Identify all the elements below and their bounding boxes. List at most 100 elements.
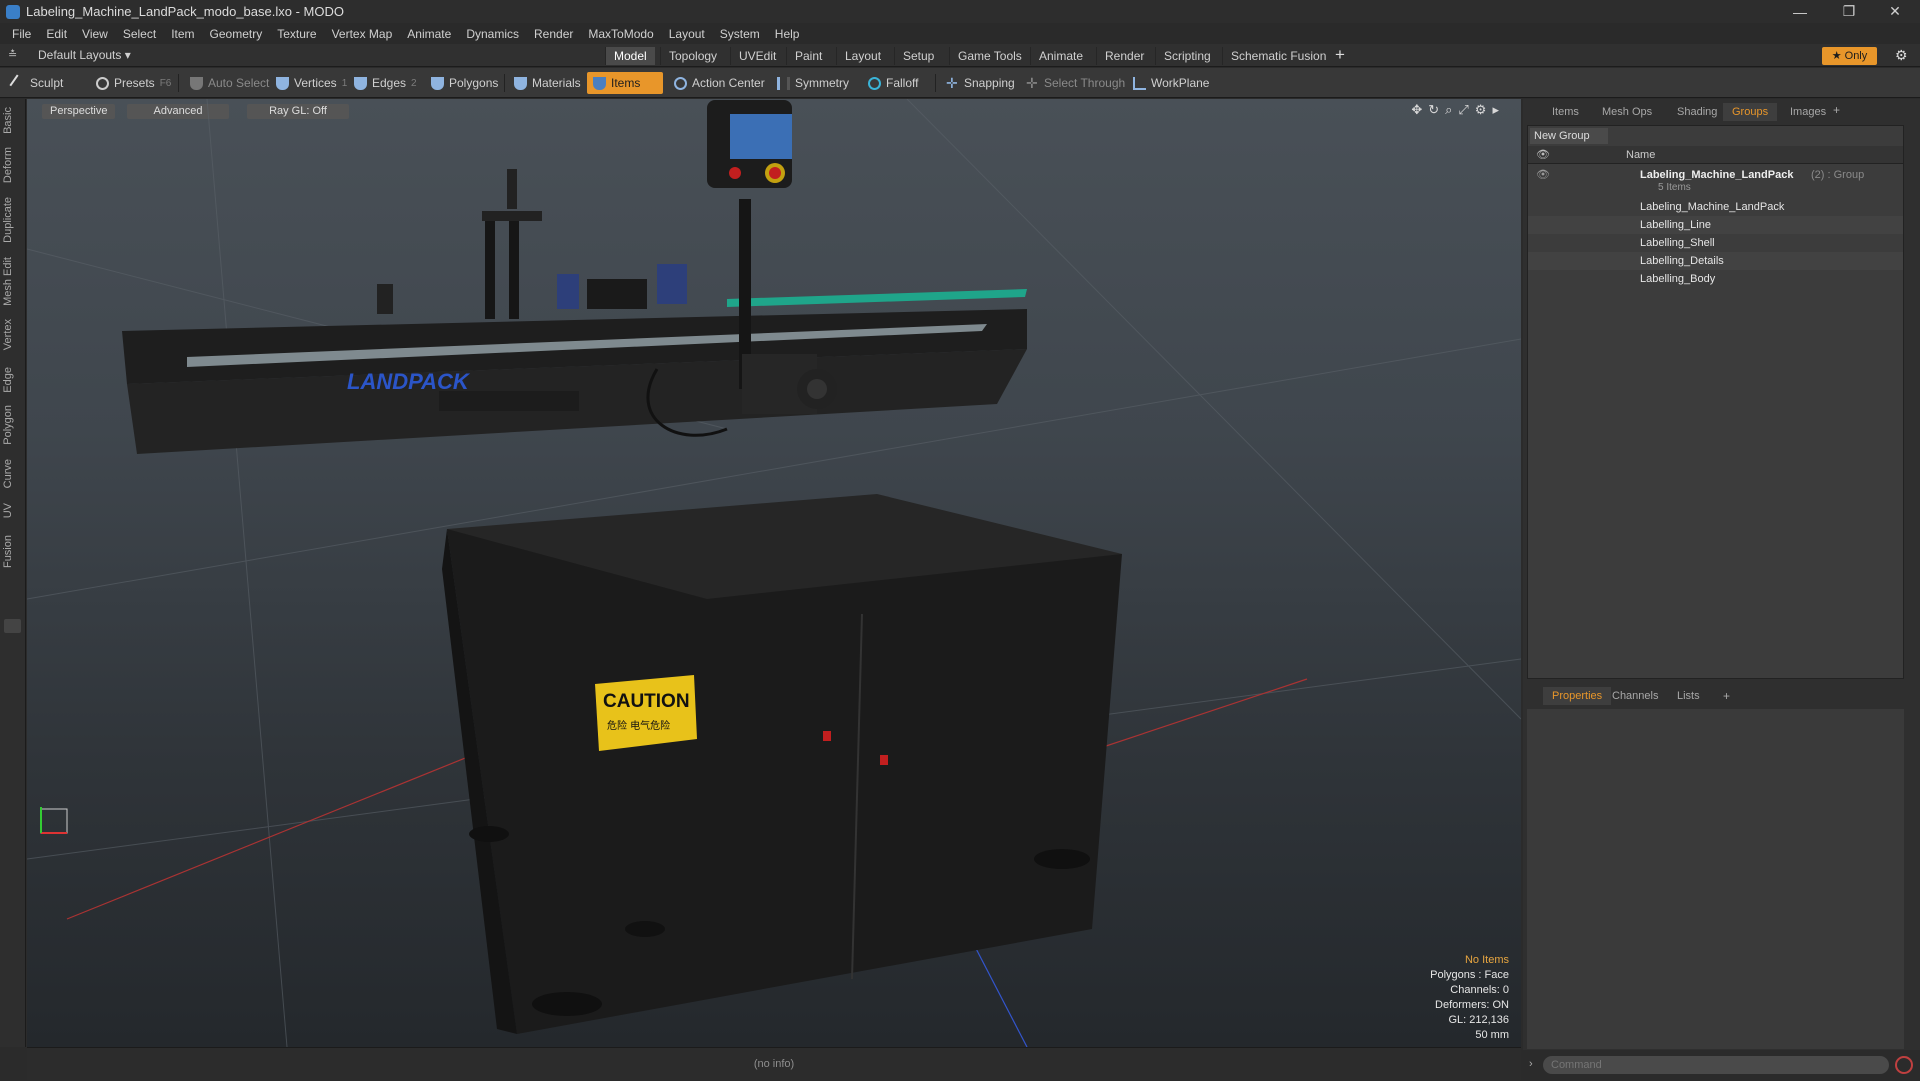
select-through-button[interactable]: ✛ Select Through	[1020, 72, 1131, 94]
menu-select[interactable]: Select	[123, 27, 156, 41]
tab-animate[interactable]: Animate	[1030, 47, 1091, 65]
name-column-header[interactable]: Name	[1626, 149, 1655, 161]
tab-uvedit[interactable]: UVEdit	[730, 47, 784, 65]
modo-app-icon	[6, 4, 20, 19]
tab-game-tools[interactable]: Game Tools	[949, 47, 1030, 65]
door-latch-left	[823, 731, 831, 741]
minimize-button[interactable]: —	[1777, 0, 1823, 23]
tab-polygon[interactable]: Polygon	[2, 405, 22, 445]
add-tab-icon[interactable]: +	[1833, 103, 1840, 117]
tab-duplicate[interactable]: Duplicate	[2, 197, 22, 243]
status-info: (no info)	[753, 1058, 795, 1070]
title-bar: Labeling_Machine_LandPack_modo_base.lxo …	[0, 0, 1920, 23]
symmetry-button[interactable]: Symmetry	[771, 72, 855, 94]
tab-mesh-edit[interactable]: Mesh Edit	[2, 257, 22, 306]
tab-shading[interactable]: Shading	[1668, 103, 1726, 121]
tab-setup[interactable]: Setup	[894, 47, 942, 65]
snapping-button[interactable]: ✛ Snapping	[940, 72, 1021, 94]
add-layout-icon[interactable]: +	[1335, 45, 1345, 65]
command-input[interactable]	[1543, 1056, 1889, 1074]
workplane-button[interactable]: WorkPlane	[1127, 72, 1215, 94]
menu-layout[interactable]: Layout	[669, 27, 705, 41]
maximize-button[interactable]: ❐	[1826, 0, 1872, 23]
auto-select-button[interactable]: Auto Select	[184, 72, 275, 94]
only-filter-button[interactable]: ★ Only	[1822, 47, 1877, 65]
tab-items[interactable]: Items	[1543, 103, 1588, 121]
menu-render[interactable]: Render	[534, 27, 573, 41]
vertices-button[interactable]: Vertices 1	[270, 72, 353, 94]
x-axis-line-far	[1096, 678, 1308, 750]
workplane-label: WorkPlane	[1151, 76, 1210, 90]
sculpt-button[interactable]: Sculpt	[6, 72, 69, 94]
action-center-button[interactable]: Action Center	[668, 72, 771, 94]
polygons-icon	[431, 76, 444, 90]
tab-basic[interactable]: Basic	[2, 107, 22, 134]
list-header: 👁 Name	[1528, 146, 1903, 164]
caution-subtitle: 危险 电气危险	[607, 719, 670, 732]
sculpt-label: Sculpt	[30, 76, 64, 90]
tab-render[interactable]: Render	[1096, 47, 1152, 65]
record-icon[interactable]	[1895, 1056, 1913, 1074]
list-item-label: Labelling_Shell	[1640, 237, 1715, 249]
tab-vertex[interactable]: Vertex	[2, 319, 22, 350]
door-latch-right	[880, 755, 888, 765]
tab-curve[interactable]: Curve	[2, 459, 22, 488]
menu-view[interactable]: View	[82, 27, 108, 41]
tab-topology[interactable]: Topology	[660, 47, 725, 65]
close-button[interactable]: ✕	[1872, 0, 1918, 23]
materials-button[interactable]: Materials	[508, 72, 587, 94]
list-item[interactable]: Labelling_Line	[1528, 216, 1903, 234]
menu-help[interactable]: Help	[775, 27, 800, 41]
menu-edit[interactable]: Edit	[46, 27, 67, 41]
tab-edge[interactable]: Edge	[2, 367, 22, 393]
tab-channels[interactable]: Channels	[1603, 687, 1667, 705]
group-row[interactable]: 👁 Labeling_Machine_LandPack (2) : Group …	[1528, 166, 1903, 196]
conveyor-green-strip	[727, 289, 1027, 307]
panel-toggle-button[interactable]	[4, 619, 21, 633]
tab-uv[interactable]: UV	[2, 503, 22, 518]
menu-maxtomodo[interactable]: MaxToModo	[588, 27, 653, 41]
tab-images[interactable]: Images	[1781, 103, 1835, 121]
menu-texture[interactable]: Texture	[277, 27, 316, 41]
list-item[interactable]: Labeling_Machine_LandPack	[1528, 198, 1903, 216]
snapping-label: Snapping	[964, 76, 1015, 90]
materials-label: Materials	[532, 76, 581, 90]
list-item[interactable]: Labelling_Details	[1528, 252, 1903, 270]
tab-groups[interactable]: Groups	[1723, 103, 1778, 121]
falloff-button[interactable]: Falloff	[862, 72, 924, 94]
layout-lock-icon[interactable]: ≛	[8, 48, 17, 61]
list-item[interactable]: Labelling_Body	[1528, 270, 1903, 288]
tab-fusion[interactable]: Fusion	[2, 535, 22, 568]
tab-scripting[interactable]: Scripting	[1155, 47, 1219, 65]
list-item[interactable]: Labelling_Shell	[1528, 234, 1903, 252]
hud-deformers: Deformers: ON	[1435, 999, 1509, 1011]
tab-properties[interactable]: Properties	[1543, 687, 1612, 705]
items-button[interactable]: Items	[587, 72, 663, 94]
menu-animate[interactable]: Animate	[407, 27, 451, 41]
menu-dynamics[interactable]: Dynamics	[466, 27, 519, 41]
tab-lists[interactable]: Lists	[1668, 687, 1709, 705]
menu-vertex-map[interactable]: Vertex Map	[332, 27, 393, 41]
menu-item[interactable]: Item	[171, 27, 194, 41]
eye-icon[interactable]: 👁	[1536, 166, 1550, 184]
presets-button[interactable]: Presets F6	[90, 72, 177, 94]
tab-schematic-fusion[interactable]: Schematic Fusion	[1222, 47, 1334, 65]
layout-tab-bar: ≛ Default Layouts ▾ Model Topology UVEdi…	[0, 44, 1920, 67]
tab-mesh-ops[interactable]: Mesh Ops	[1593, 103, 1661, 121]
edges-button[interactable]: Edges 2	[348, 72, 423, 94]
visibility-column-icon[interactable]: 👁	[1536, 148, 1550, 161]
3d-viewport[interactable]: Perspective Advanced Ray GL: Off ✥↻⌕⤢⚙▸	[27, 99, 1521, 1047]
tab-deform[interactable]: Deform	[2, 147, 22, 183]
tab-layout[interactable]: Layout	[836, 47, 889, 65]
tab-paint[interactable]: Paint	[786, 47, 830, 65]
gear-icon[interactable]: ⚙	[1895, 47, 1908, 64]
polygons-button[interactable]: Polygons	[425, 72, 504, 94]
menu-file[interactable]: File	[12, 27, 31, 41]
tab-model[interactable]: Model	[605, 47, 655, 65]
menu-geometry[interactable]: Geometry	[210, 27, 263, 41]
presets-shortcut: F6	[159, 77, 172, 89]
add-properties-tab-icon[interactable]: +	[1723, 689, 1730, 703]
menu-system[interactable]: System	[720, 27, 760, 41]
layout-selector[interactable]: Default Layouts ▾	[38, 48, 131, 62]
new-group-button[interactable]: New Group	[1530, 128, 1608, 144]
